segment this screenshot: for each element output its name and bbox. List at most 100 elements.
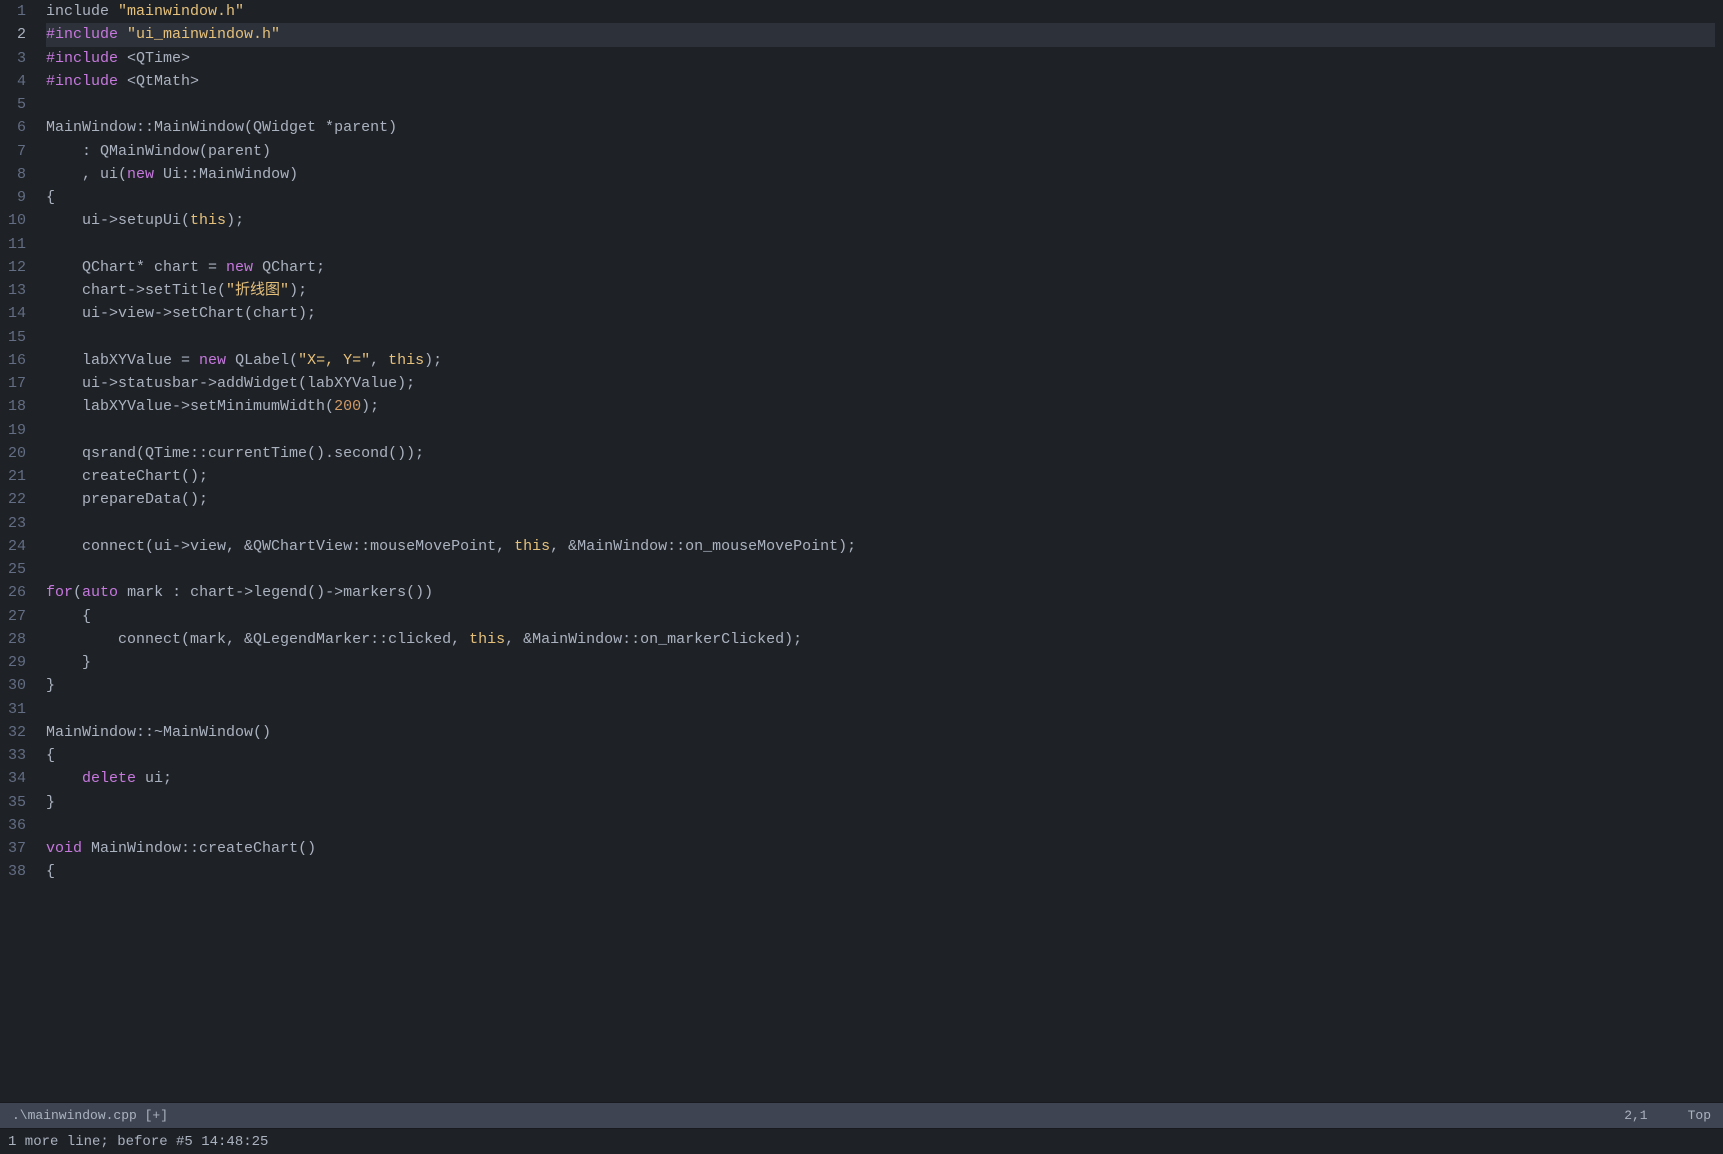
line-number: 32 xyxy=(8,721,26,744)
token-normal: } xyxy=(46,654,91,671)
code-line: #include "ui_mainwindow.h" xyxy=(46,23,1715,46)
code-line xyxy=(46,698,1715,721)
code-line: ui->setupUi(this); xyxy=(46,209,1715,232)
cursor-position: 2,1 xyxy=(1624,1108,1647,1123)
token-hash: #include xyxy=(46,50,127,67)
token-new-kw: new xyxy=(127,166,154,183)
code-line: delete ui; xyxy=(46,767,1715,790)
line-number: 11 xyxy=(8,233,26,256)
token-normal: , &MainWindow::on_mouseMovePoint); xyxy=(550,538,856,555)
line-number: 38 xyxy=(8,860,26,883)
token-normal: include xyxy=(46,3,118,20)
token-normal: qsrand(QTime::currentTime().second()); xyxy=(46,445,424,462)
token-normal: labXYValue = xyxy=(46,352,199,369)
token-normal: ); xyxy=(424,352,442,369)
token-normal: mark : chart->legend()->markers()) xyxy=(118,584,433,601)
code-line: connect(mark, &QLegendMarker::clicked, t… xyxy=(46,628,1715,651)
token-hash: #include xyxy=(46,26,127,43)
token-num: 200 xyxy=(334,398,361,415)
code-line: include "mainwindow.h" xyxy=(46,0,1715,23)
status-right: 2,1 Top xyxy=(1624,1108,1711,1123)
code-line: void MainWindow::createChart() xyxy=(46,837,1715,860)
token-normal: <QtMath> xyxy=(127,73,199,90)
token-normal: ui->view->setChart(chart); xyxy=(46,305,316,322)
line-number: 8 xyxy=(8,163,26,186)
code-container[interactable]: 1234567891011121314151617181920212223242… xyxy=(0,0,1723,1102)
line-number: 25 xyxy=(8,558,26,581)
code-line: , ui(new Ui::MainWindow) xyxy=(46,163,1715,186)
token-normal: chart->setTitle( xyxy=(46,282,226,299)
code-line: } xyxy=(46,674,1715,697)
token-normal: ui->statusbar->addWidget(labXYValue); xyxy=(46,375,415,392)
code-line: #include <QtMath> xyxy=(46,70,1715,93)
code-line: { xyxy=(46,744,1715,767)
token-normal: ); xyxy=(226,212,244,229)
token-new-kw: new xyxy=(199,352,226,369)
token-normal: , ui( xyxy=(46,166,127,183)
line-number: 33 xyxy=(8,744,26,767)
token-normal: , &MainWindow::on_markerClicked); xyxy=(505,631,802,648)
token-normal: MainWindow::~MainWindow() xyxy=(46,724,271,741)
token-normal: ui; xyxy=(136,770,172,787)
code-line: MainWindow::MainWindow(QWidget *parent) xyxy=(46,116,1715,139)
code-line xyxy=(46,558,1715,581)
token-str: "ui_mainwindow.h" xyxy=(127,26,280,43)
token-normal: ( xyxy=(73,584,82,601)
code-line: : QMainWindow(parent) xyxy=(46,140,1715,163)
line-number: 35 xyxy=(8,791,26,814)
line-number: 19 xyxy=(8,419,26,442)
code-line: for(auto mark : chart->legend()->markers… xyxy=(46,581,1715,604)
code-line: { xyxy=(46,186,1715,209)
token-normal: : QMainWindow(parent) xyxy=(46,143,271,160)
token-delete-kw: delete xyxy=(82,770,136,787)
line-number: 21 xyxy=(8,465,26,488)
code-line: ui->statusbar->addWidget(labXYValue); xyxy=(46,372,1715,395)
line-number: 16 xyxy=(8,349,26,372)
code-line xyxy=(46,512,1715,535)
line-number: 9 xyxy=(8,186,26,209)
code-line: connect(ui->view, &QWChartView::mouseMov… xyxy=(46,535,1715,558)
token-normal: { xyxy=(46,747,55,764)
token-normal: , xyxy=(370,352,388,369)
code-line: } xyxy=(46,651,1715,674)
line-number: 37 xyxy=(8,837,26,860)
code-content[interactable]: include "mainwindow.h"#include "ui_mainw… xyxy=(38,0,1723,1102)
code-line xyxy=(46,814,1715,837)
line-number: 34 xyxy=(8,767,26,790)
token-normal: connect(mark, &QLegendMarker::clicked, xyxy=(46,631,469,648)
code-line xyxy=(46,233,1715,256)
scroll-position: Top xyxy=(1688,1108,1711,1123)
code-line xyxy=(46,326,1715,349)
token-normal: { xyxy=(46,189,55,206)
line-number: 2 xyxy=(8,23,26,46)
code-line: ui->view->setChart(chart); xyxy=(46,302,1715,325)
token-normal: prepareData(); xyxy=(46,491,208,508)
token-normal: Ui::MainWindow) xyxy=(154,166,298,183)
token-normal: ); xyxy=(361,398,379,415)
code-line: labXYValue = new QLabel("X=, Y=", this); xyxy=(46,349,1715,372)
status-filename: .\mainwindow.cpp [+] xyxy=(12,1108,1624,1123)
status-bar: .\mainwindow.cpp [+] 2,1 Top xyxy=(0,1102,1723,1128)
line-number: 5 xyxy=(8,93,26,116)
token-normal: labXYValue->setMinimumWidth( xyxy=(46,398,334,415)
token-normal: QLabel( xyxy=(226,352,298,369)
token-normal: connect(ui->view, &QWChartView::mouseMov… xyxy=(46,538,514,555)
token-new-kw: new xyxy=(226,259,253,276)
token-normal: ); xyxy=(289,282,307,299)
token-this-kw: this xyxy=(388,352,424,369)
code-line: MainWindow::~MainWindow() xyxy=(46,721,1715,744)
line-number: 28 xyxy=(8,628,26,651)
line-numbers: 1234567891011121314151617181920212223242… xyxy=(0,0,38,1102)
code-line: qsrand(QTime::currentTime().second()); xyxy=(46,442,1715,465)
token-this-kw: this xyxy=(514,538,550,555)
code-line: labXYValue->setMinimumWidth(200); xyxy=(46,395,1715,418)
line-number: 23 xyxy=(8,512,26,535)
line-number: 6 xyxy=(8,116,26,139)
editor-area: 1234567891011121314151617181920212223242… xyxy=(0,0,1723,1102)
line-number: 14 xyxy=(8,302,26,325)
token-normal: { xyxy=(46,608,91,625)
token-normal: } xyxy=(46,794,55,811)
code-line xyxy=(46,419,1715,442)
line-number: 26 xyxy=(8,581,26,604)
token-normal: QChart; xyxy=(253,259,325,276)
